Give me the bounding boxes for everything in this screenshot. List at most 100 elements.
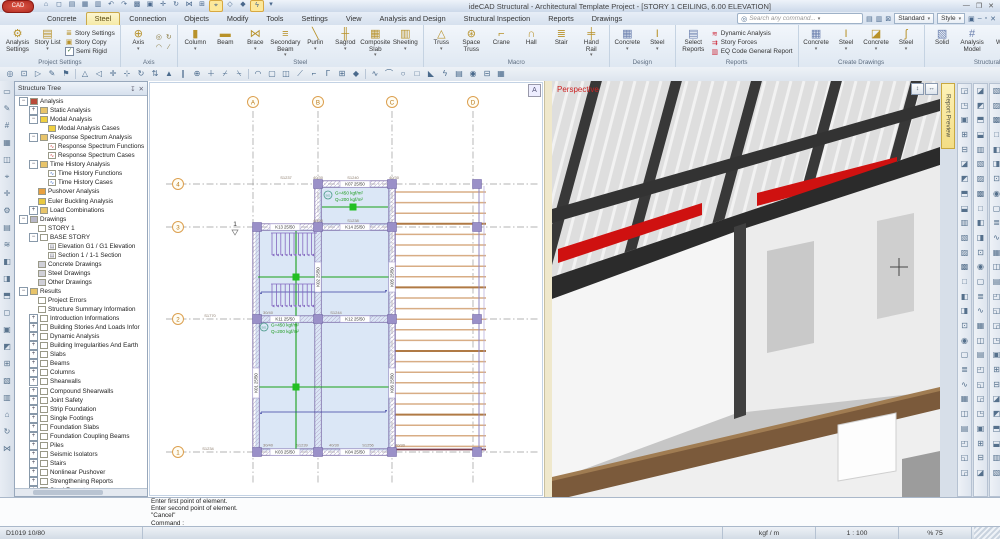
- style-dropdown[interactable]: Style▾: [937, 13, 965, 24]
- tab-reports[interactable]: Reports: [539, 12, 583, 25]
- right-tool-icon[interactable]: ⊞: [958, 128, 971, 143]
- right-tool-icon[interactable]: ◪: [958, 157, 971, 172]
- right-tool-icon[interactable]: ≣: [974, 290, 987, 305]
- ribbon-button-concrete[interactable]: ▦Concrete▾: [802, 26, 831, 59]
- ribbon-button-concrete[interactable]: ▦Concrete▾: [613, 26, 642, 59]
- draw-tool-icon[interactable]: ◠: [251, 68, 265, 80]
- ribbon-button-hall[interactable]: ∩Hall: [517, 26, 546, 59]
- collapse-icon[interactable]: −: [29, 233, 38, 242]
- draw-tool-icon[interactable]: ＋: [204, 68, 218, 80]
- move-icon[interactable]: ✛: [157, 0, 169, 10]
- draw-tool-icon[interactable]: ◣: [424, 68, 438, 80]
- draw-tool-icon[interactable]: ▦: [494, 68, 508, 80]
- status-scale[interactable]: 1 : 100: [816, 527, 899, 539]
- tree-item-time-history-functions[interactable]: ∿Time History Functions: [15, 169, 147, 178]
- expand-icon[interactable]: +: [29, 314, 38, 323]
- ribbon-button-truss[interactable]: △Truss▾: [427, 26, 456, 59]
- axis-arc-icon[interactable]: ◠: [154, 43, 164, 53]
- doc-restore-icon[interactable]: ▫: [985, 15, 987, 22]
- side-tool-icon[interactable]: ◩: [1, 338, 13, 355]
- draw-tool-icon[interactable]: ⊟: [480, 68, 494, 80]
- resize-grip[interactable]: [974, 527, 1000, 539]
- draw-tool-icon[interactable]: ✎: [45, 68, 59, 80]
- command-search-input[interactable]: ◎ Search any command... ▾: [737, 13, 863, 24]
- plan-view-2d[interactable]: A B C D 4 3 2 1 K07 25/50 K13 25/50: [148, 81, 544, 497]
- draw-tool-icon[interactable]: ∿: [368, 68, 382, 80]
- draw-tool-icon[interactable]: ⌒: [382, 68, 396, 80]
- app-logo[interactable]: CAD: [2, 0, 34, 13]
- draw-tool-icon[interactable]: ◫: [279, 68, 293, 80]
- right-tool-icon[interactable]: ◲: [974, 392, 987, 407]
- tree-item-strengthening-reports[interactable]: +Strengthening Reports: [15, 477, 147, 486]
- draw-tool-icon[interactable]: ○: [396, 68, 410, 80]
- right-tool-icon[interactable]: ▧: [990, 84, 1000, 99]
- right-tool-icon[interactable]: ◱: [990, 304, 1000, 319]
- draw-tool-icon[interactable]: ⍀: [232, 68, 246, 80]
- rotate-icon[interactable]: ↻: [170, 0, 182, 10]
- tab-analysis-and-design[interactable]: Analysis and Design: [371, 12, 455, 25]
- tree-item-steel-drawings[interactable]: Steel Drawings: [15, 269, 147, 278]
- right-tool-icon[interactable]: ▣: [958, 113, 971, 128]
- collapse-icon[interactable]: −: [29, 133, 38, 142]
- right-tool-icon[interactable]: ◳: [974, 407, 987, 422]
- tree-item-foundation-coupling-beams[interactable]: +Foundation Coupling Beams: [15, 432, 147, 441]
- tree-item-response-spectrum-functions[interactable]: ∿Response Spectrum Functions: [15, 142, 147, 151]
- tree-item-time-history-cases[interactable]: ∿Time History Cases: [15, 178, 147, 187]
- ribbon-button-secondary-beam[interactable]: ≡Secondary Beam▾: [271, 26, 300, 59]
- doc-close-icon[interactable]: ✕: [990, 15, 996, 23]
- side-tool-icon[interactable]: ⌖: [1, 168, 13, 185]
- grid-icon[interactable]: ⊞: [196, 0, 208, 10]
- home-icon[interactable]: ⌂: [40, 0, 52, 10]
- right-tool-icon[interactable]: ⬓: [958, 202, 971, 217]
- right-tool-icon[interactable]: ◧: [990, 143, 1000, 158]
- right-tool-icon[interactable]: ◪: [974, 84, 987, 99]
- right-tool-icon[interactable]: ≣: [990, 216, 1000, 231]
- right-tool-icon[interactable]: ◩: [974, 99, 987, 114]
- expand-icon[interactable]: +: [29, 341, 38, 350]
- right-tool-icon[interactable]: ◱: [974, 378, 987, 393]
- tree-item-time-history-analysis[interactable]: −Time History Analysis: [15, 160, 147, 169]
- right-tool-icon[interactable]: ▢: [990, 202, 1000, 217]
- tree-item-response-spectrum-analysis[interactable]: −Response Spectrum Analysis: [15, 133, 147, 142]
- tree-item-structure-summary-information[interactable]: Structure Summary Information: [15, 305, 147, 314]
- ribbon-button-analysis-settings[interactable]: ⚙Analysis Settings: [3, 26, 32, 59]
- draw-tool-icon[interactable]: ⊞: [335, 68, 349, 80]
- right-tool-icon[interactable]: ⬒: [958, 187, 971, 202]
- side-tool-icon[interactable]: ▦: [1, 134, 13, 151]
- axis-circle-icon[interactable]: ◎: [154, 33, 164, 43]
- right-tool-icon[interactable]: ▤: [974, 348, 987, 363]
- tree-item-project-errors[interactable]: Project Errors: [15, 296, 147, 305]
- side-tool-icon[interactable]: ◻: [1, 304, 13, 321]
- draw-tool-icon[interactable]: Γ: [321, 68, 335, 80]
- right-tool-icon[interactable]: ◲: [958, 466, 971, 481]
- tab-concrete[interactable]: Concrete: [38, 12, 86, 25]
- tree-horizontal-scrollbar[interactable]: [15, 488, 147, 496]
- snap-icon[interactable]: ⌖: [209, 0, 223, 12]
- help-icon[interactable]: ▣: [968, 15, 975, 23]
- right-tool-icon[interactable]: ⬓: [990, 437, 1000, 452]
- ribbon-button-select-reports[interactable]: ▤Select Reports: [679, 26, 708, 59]
- new-icon[interactable]: ◻: [53, 0, 65, 10]
- tree-item-dynamic-analysis[interactable]: +Dynamic Analysis: [15, 332, 147, 341]
- collapse-icon[interactable]: −: [19, 97, 28, 106]
- draw-tool-icon[interactable]: ▷: [31, 68, 45, 80]
- tree-item-nonlinear-pushover[interactable]: +Nonlinear Pushover: [15, 468, 147, 477]
- checkbox-checked-icon[interactable]: ✓: [65, 47, 74, 56]
- right-tool-icon[interactable]: ⬒: [974, 113, 987, 128]
- right-tool-icon[interactable]: ◨: [958, 304, 971, 319]
- right-tool-icon[interactable]: ≣: [958, 363, 971, 378]
- draw-tool-icon[interactable]: ▤: [452, 68, 466, 80]
- expand-icon[interactable]: +: [29, 441, 38, 450]
- expand-icon[interactable]: +: [29, 423, 38, 432]
- side-tool-icon[interactable]: ↻: [1, 423, 13, 440]
- side-tool-icon[interactable]: #: [1, 117, 13, 134]
- side-tool-icon[interactable]: ▭: [1, 83, 13, 100]
- draw-tool-icon[interactable]: ◉: [466, 68, 480, 80]
- draw-tool-icon[interactable]: ϟ: [438, 68, 452, 80]
- right-tool-icon[interactable]: ◧: [958, 290, 971, 305]
- right-tool-icon[interactable]: ⊟: [974, 451, 987, 466]
- expand-icon[interactable]: +: [29, 414, 38, 423]
- ribbon-button-story-list[interactable]: ▤Story List▾: [33, 26, 62, 59]
- right-tool-icon[interactable]: ◉: [974, 260, 987, 275]
- right-tool-icon[interactable]: ◲: [958, 84, 971, 99]
